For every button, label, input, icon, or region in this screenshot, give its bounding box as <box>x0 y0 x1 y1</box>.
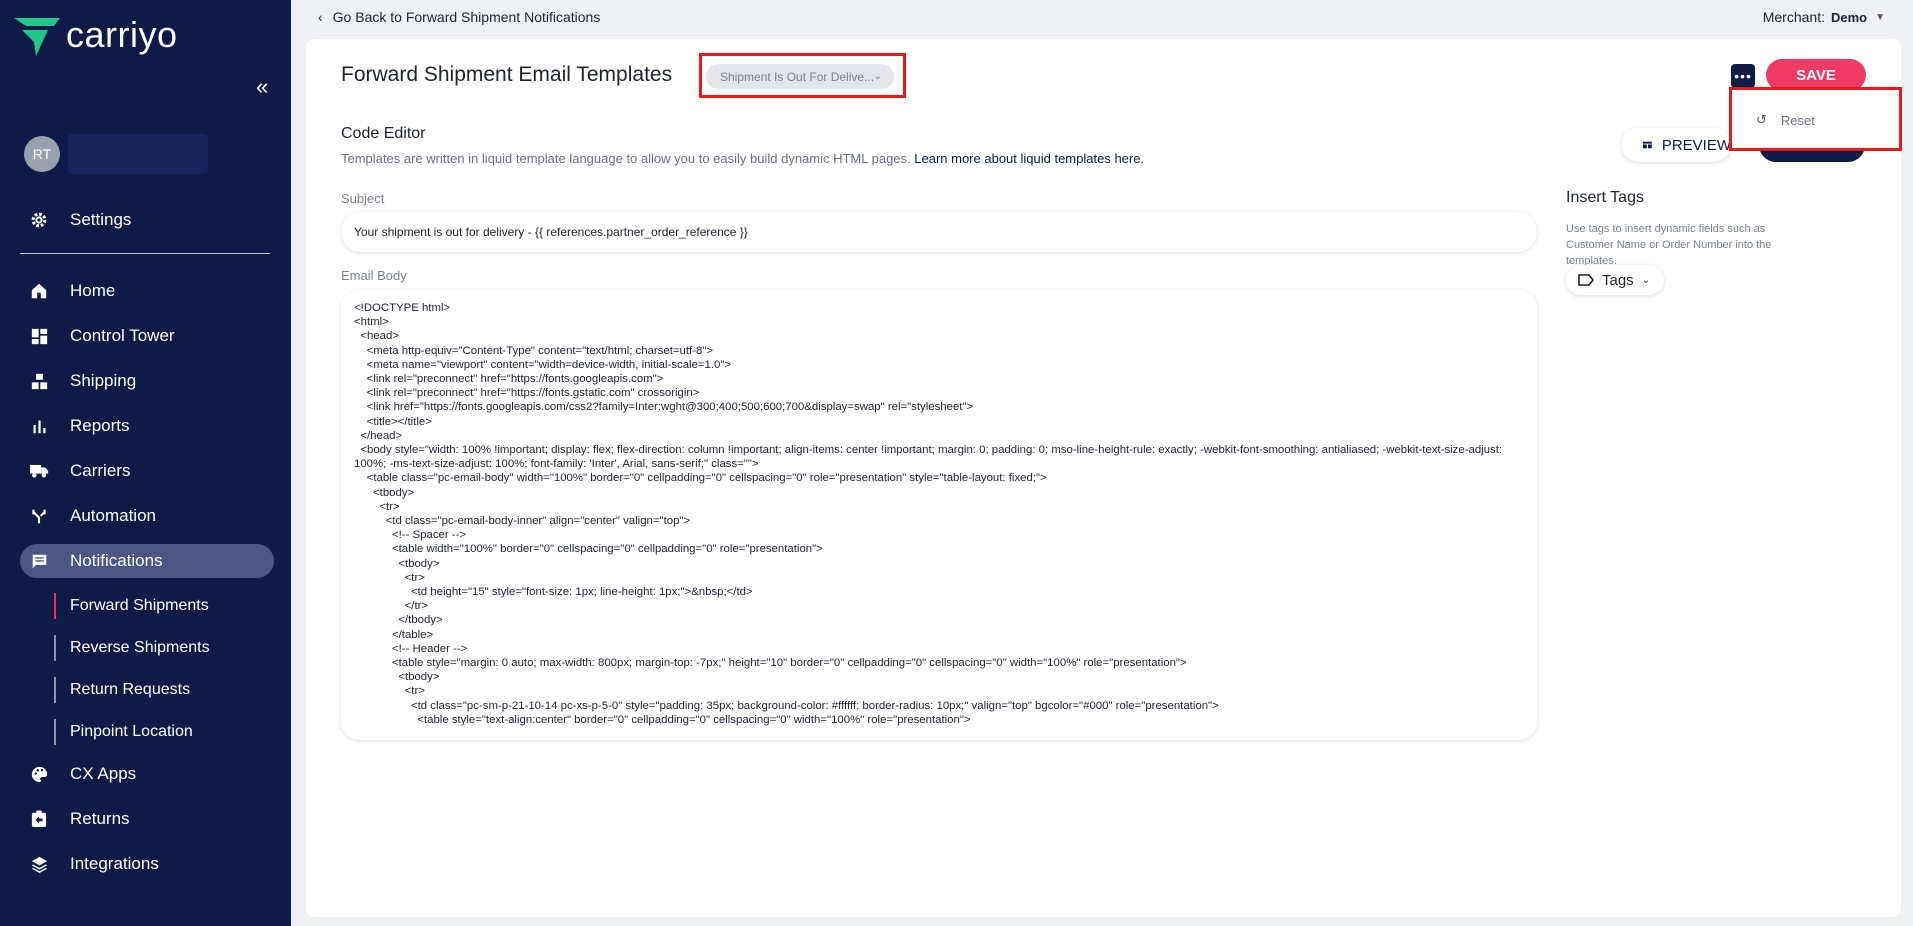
sidebar-item-home[interactable]: Home <box>20 274 274 308</box>
sidebar: carriyo « RT Settings Home Control Tower… <box>0 0 291 926</box>
sidebar-item-label: Control Tower <box>70 326 175 345</box>
home-icon <box>28 280 50 302</box>
sidebar-item-label: Integrations <box>70 854 159 873</box>
sidebar-item-label: Notifications <box>70 551 163 570</box>
liquid-templates-link[interactable]: Learn more about liquid templates here. <box>914 151 1144 166</box>
sidebar-subitem-pinpoint-location[interactable]: Pinpoint Location <box>54 719 193 745</box>
chevron-left-icon: ‹ <box>318 9 323 25</box>
preview-button[interactable]: PREVIEW <box>1621 128 1731 162</box>
layers-icon <box>28 853 50 875</box>
palette-icon <box>28 763 50 785</box>
sidebar-item-automation[interactable]: Automation <box>20 499 274 533</box>
sidebar-subitem-label: Pinpoint Location <box>70 723 193 740</box>
tag-icon <box>1578 274 1594 286</box>
reset-menu-label: Reset <box>1780 112 1815 128</box>
sidebar-item-shipping[interactable]: Shipping <box>20 364 274 398</box>
sidebar-divider <box>20 253 270 254</box>
carriyo-logo-icon <box>14 18 60 56</box>
message-icon <box>28 550 50 572</box>
sidebar-item-label: Home <box>70 281 116 300</box>
user-profile[interactable]: RT <box>24 134 208 174</box>
preview-button-label: PREVIEW <box>1661 136 1731 154</box>
sidebar-item-label: Automation <box>70 506 156 525</box>
sidebar-item-label: Carriers <box>70 461 131 480</box>
returns-icon <box>28 808 50 830</box>
dashboard-icon <box>28 325 50 347</box>
template-status-value: Shipment Is Out For Delive... <box>720 69 875 84</box>
sidebar-subitem-label: Forward Shipments <box>70 597 209 614</box>
subject-input[interactable]: Your shipment is out for delivery - {{ r… <box>341 212 1537 252</box>
sidebar-item-settings[interactable]: Settings <box>20 203 274 237</box>
sidebar-subitem-return-requests[interactable]: Return Requests <box>54 677 190 703</box>
shipping-icon <box>28 370 50 392</box>
page-title: Forward Shipment Email Templates <box>341 63 673 86</box>
sidebar-item-cx-apps[interactable]: CX Apps <box>20 757 274 791</box>
brand-logo[interactable]: carriyo <box>14 14 178 56</box>
sidebar-item-label: Shipping <box>70 371 137 390</box>
tags-dropdown-button[interactable]: Tags ⌄ <box>1566 265 1664 295</box>
merchant-selector[interactable]: Merchant: Demo ▼ <box>1763 9 1885 25</box>
sidebar-item-label: Reports <box>70 416 130 435</box>
subject-label: Subject <box>341 191 385 206</box>
insert-tags-title: Insert Tags <box>1566 189 1644 206</box>
chevron-down-icon: ⌄ <box>873 71 882 82</box>
email-body-label: Email Body <box>341 268 407 283</box>
sidebar-subitem-label: Reverse Shipments <box>70 639 210 656</box>
chevron-down-icon: ⌄ <box>1641 274 1651 286</box>
sidebar-item-label: Settings <box>70 210 132 229</box>
gear-icon <box>28 209 50 231</box>
sidebar-item-returns[interactable]: Returns <box>20 802 274 836</box>
template-status-dropdown[interactable]: Shipment Is Out For Delive... ⌄ <box>706 64 894 89</box>
sidebar-subitem-forward-shipments[interactable]: Forward Shipments <box>54 593 209 619</box>
truck-icon <box>28 460 50 482</box>
sidebar-item-integrations[interactable]: Integrations <box>20 847 274 881</box>
sidebar-item-label: CX Apps <box>70 764 137 783</box>
automation-icon <box>28 505 50 527</box>
chevron-down-icon: ▼ <box>1875 11 1885 23</box>
email-body-editor[interactable]: <!DOCTYPE html> <html> <head> <meta http… <box>341 290 1537 740</box>
merchant-label: Merchant: <box>1762 9 1825 25</box>
reset-icon: ↺ <box>1756 112 1767 127</box>
code-editor-description: Templates are written in liquid template… <box>341 151 1144 166</box>
sidebar-item-label: Returns <box>70 809 130 828</box>
code-editor-title: Code Editor <box>341 125 426 142</box>
code-editor-description-text: Templates are written in liquid template… <box>341 151 915 166</box>
sidebar-subitem-label: Return Requests <box>70 681 191 698</box>
sidebar-item-control-tower[interactable]: Control Tower <box>20 319 274 353</box>
back-link-label: Go Back to Forward Shipment Notification… <box>332 9 601 25</box>
more-options-button[interactable]: ••• <box>1731 64 1755 88</box>
back-link[interactable]: ‹ Go Back to Forward Shipment Notificati… <box>318 9 600 25</box>
brand-name: carriyo <box>66 14 178 55</box>
sidebar-item-notifications[interactable]: Notifications <box>20 544 274 578</box>
layout-icon <box>1643 141 1652 149</box>
tags-button-label: Tags <box>1602 271 1634 289</box>
sidebar-subitem-reverse-shipments[interactable]: Reverse Shipments <box>54 635 210 661</box>
reports-icon <box>28 415 50 437</box>
merchant-value: Demo <box>1830 9 1868 25</box>
avatar: RT <box>24 136 60 172</box>
user-name-redacted <box>68 134 208 174</box>
collapse-sidebar-icon[interactable]: « <box>256 74 268 100</box>
sidebar-item-reports[interactable]: Reports <box>20 409 274 443</box>
reset-menu-item[interactable]: ↺ Reset <box>1740 107 1890 133</box>
email-body-code: <!DOCTYPE html> <html> <head> <meta http… <box>354 302 1503 726</box>
sidebar-item-carriers[interactable]: Carriers <box>20 454 274 488</box>
subject-value: Your shipment is out for delivery - {{ r… <box>354 225 748 239</box>
insert-tags-description: Use tags to insert dynamic fields such a… <box>1566 223 1772 267</box>
